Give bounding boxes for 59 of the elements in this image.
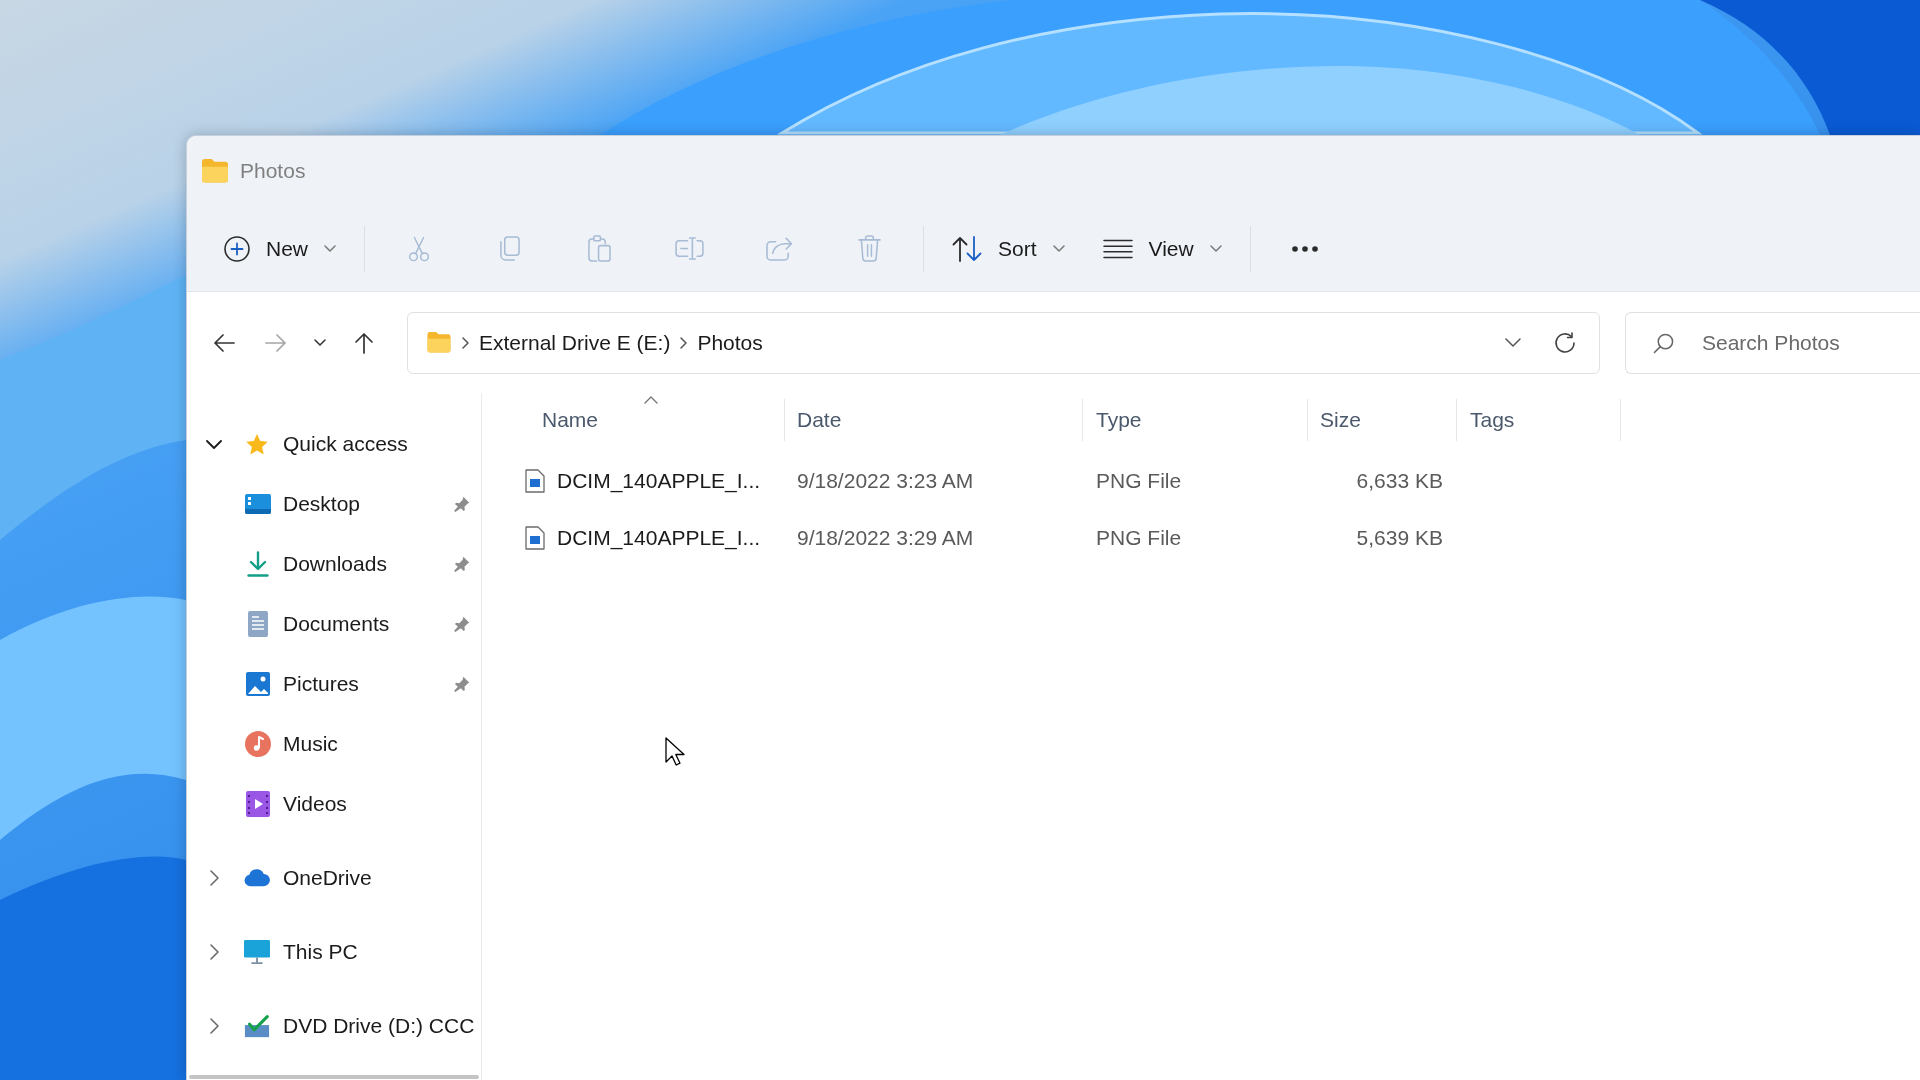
- sidebar-item[interactable]: This PC: [244, 922, 481, 982]
- search-field[interactable]: Search Photos: [1625, 311, 1920, 374]
- folder-icon: [426, 331, 452, 354]
- cloud-icon: [244, 868, 270, 888]
- sidebar-item[interactable]: Downloads: [245, 534, 481, 594]
- chevron-right-icon: [680, 336, 688, 349]
- document-icon: [248, 611, 268, 637]
- caret-icon: [1052, 245, 1065, 252]
- date-modified: 9/18/2022 3:23 AM: [797, 467, 974, 494]
- chevron-right-icon[interactable]: [209, 944, 219, 960]
- sidebar-item[interactable]: Pictures: [245, 654, 481, 714]
- image-file-icon: [525, 468, 545, 493]
- download-arrow-icon: [247, 551, 269, 577]
- sidebar-item[interactable]: Documents: [245, 594, 481, 654]
- file-name[interactable]: DCIM_140APPLE_I...: [557, 464, 761, 497]
- file-type: PNG File: [1096, 467, 1182, 494]
- sidebar-item[interactable]: Music: [245, 714, 481, 774]
- video-icon: [246, 791, 270, 817]
- file-size: 5,639 KB: [1356, 524, 1443, 551]
- sidebar-item[interactable]: Videos: [245, 774, 481, 834]
- sidebar-item[interactable]: OneDrive: [244, 848, 481, 908]
- sidebar-item[interactable]: Quick access: [244, 414, 481, 474]
- sort-button[interactable]: Sort: [942, 220, 1075, 277]
- address-bar[interactable]: External Drive E (E:) Photos: [407, 311, 1600, 374]
- file-type: PNG File: [1096, 524, 1182, 551]
- breadcrumb-item[interactable]: External Drive E (E:): [475, 326, 675, 359]
- drive-icon: [244, 1014, 270, 1038]
- chevron-right-icon[interactable]: [209, 870, 219, 886]
- file-size: 6,633 KB: [1356, 467, 1443, 494]
- chevron-right-icon[interactable]: [209, 1018, 219, 1034]
- chevron-down-icon: [1505, 338, 1521, 347]
- desktop-icon: [245, 494, 271, 514]
- column-header[interactable]: Tags: [1457, 393, 1620, 447]
- scrollbar-thumb[interactable]: [189, 1075, 479, 1079]
- search-icon: [1653, 332, 1674, 354]
- new-button[interactable]: New: [214, 220, 346, 277]
- caret-icon: [1209, 245, 1222, 252]
- folder-icon: [200, 158, 230, 184]
- refresh-icon: [1554, 331, 1576, 354]
- sidebar-item[interactable]: DVD Drive (D:) CCC: [244, 996, 481, 1056]
- column-header[interactable]: Type: [1083, 393, 1307, 447]
- sidebar-item[interactable]: Desktop: [245, 474, 481, 534]
- window-title: Photos: [240, 158, 306, 185]
- column-header[interactable]: Name: [517, 393, 784, 447]
- date-modified: 9/18/2022 3:29 AM: [797, 524, 974, 551]
- picture-icon: [246, 672, 270, 696]
- monitor-icon: [244, 939, 270, 965]
- caret-icon: [324, 245, 336, 252]
- mouse-pointer-icon: [665, 737, 685, 767]
- column-header[interactable]: Date: [785, 393, 1082, 447]
- breadcrumb-item[interactable]: Photos: [693, 326, 767, 359]
- view-button[interactable]: View: [1092, 220, 1232, 277]
- file-name[interactable]: DCIM_140APPLE_I...: [557, 521, 761, 554]
- chevron-down-icon[interactable]: [206, 439, 222, 449]
- star-icon: [245, 432, 269, 456]
- chevron-right-icon: [462, 336, 469, 349]
- music-note-icon: [245, 731, 271, 757]
- column-header[interactable]: Size: [1308, 393, 1456, 447]
- image-file-icon: [525, 525, 545, 550]
